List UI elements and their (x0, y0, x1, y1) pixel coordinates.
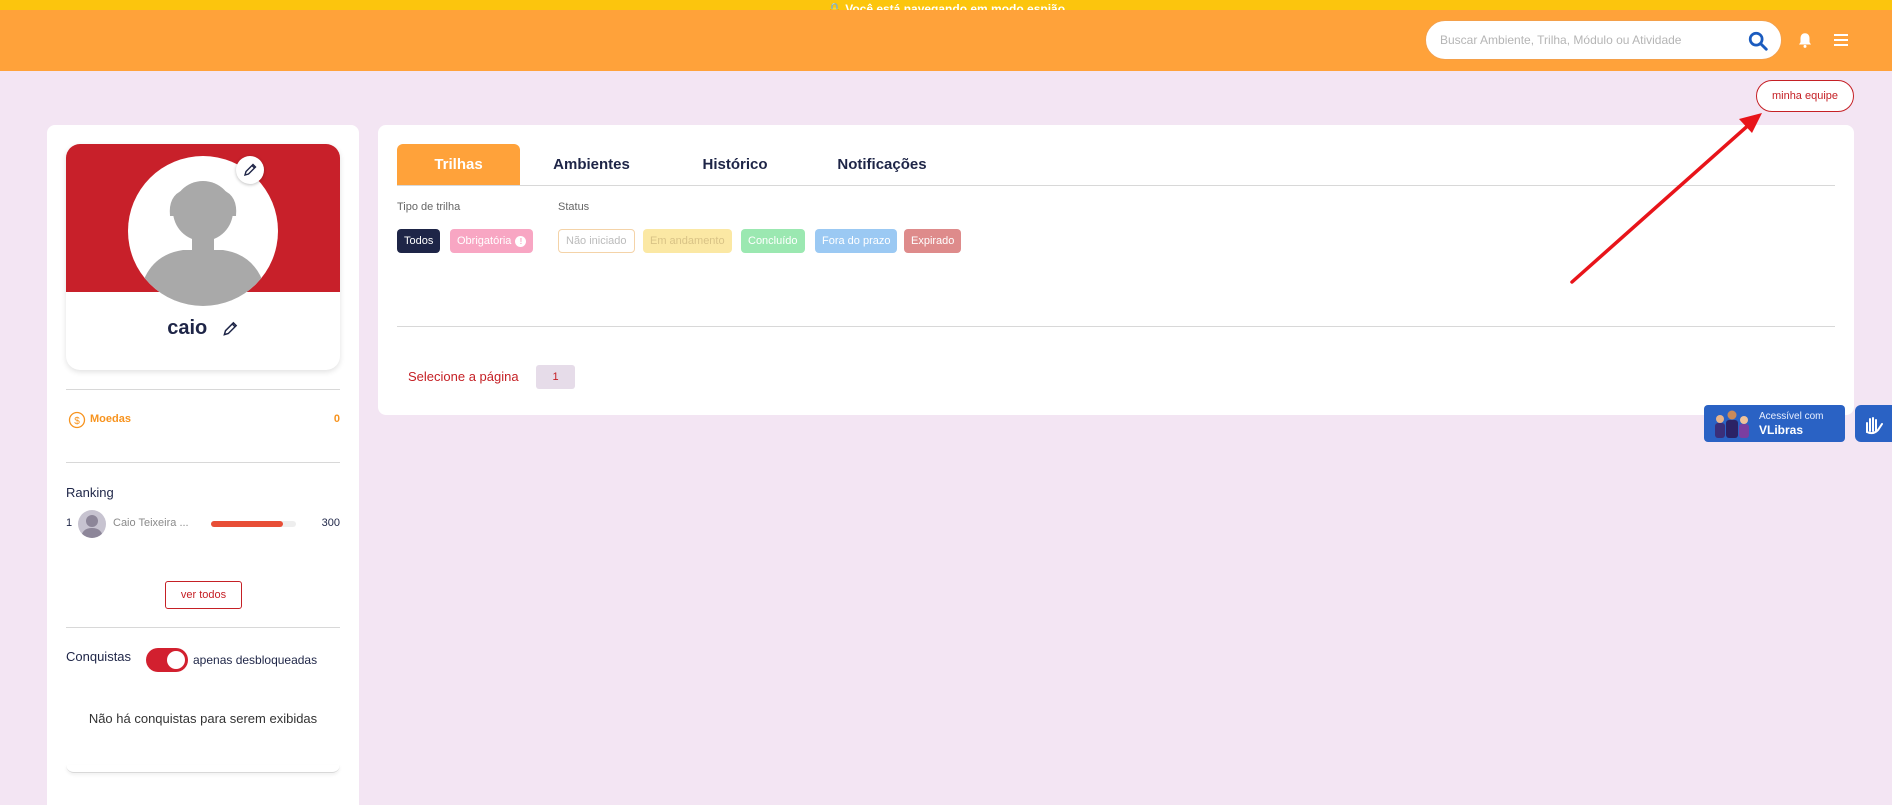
chip-overdue-label: Fora do prazo (822, 235, 891, 247)
divider (66, 389, 340, 390)
coins-label: Moedas (90, 413, 131, 425)
profile-card: caio (66, 144, 340, 370)
toggle-label: apenas desbloqueadas (193, 653, 318, 667)
pencil-icon (243, 163, 257, 177)
achievements-empty-message: Não há conquistas para serem exibidas (88, 711, 318, 726)
rank-progress-fill (211, 521, 284, 527)
tab-trilhas[interactable]: Trilhas (397, 144, 520, 185)
chip-not-started-label: Não iniciado (566, 235, 627, 247)
status-label: Status (558, 201, 590, 213)
top-header (0, 10, 1892, 71)
page-select-label: Selecione a página (408, 369, 519, 384)
chip-all-label: Todos (404, 235, 434, 247)
rank-position: 1 (66, 517, 73, 529)
vlibras-title: VLibras (1759, 423, 1804, 437)
trail-type-label: Tipo de trilha (397, 201, 461, 213)
chip-overdue[interactable]: Fora do prazo (815, 229, 898, 253)
chip-all[interactable]: Todos (397, 229, 441, 253)
vlibras-hands-button[interactable] (1855, 405, 1892, 442)
chip-in-progress[interactable]: Em andamento (643, 229, 732, 253)
coins-value: 0 (333, 413, 340, 425)
vlibras-badge[interactable]: Acessível com VLibras (1704, 405, 1845, 442)
rank-avatar (78, 510, 106, 538)
chip-mandatory-label: Obrigatória (457, 235, 512, 247)
vlibras-caption: Acessível com (1759, 411, 1824, 422)
chip-expired[interactable]: Expirado (904, 229, 962, 253)
bell-icon[interactable] (1796, 31, 1814, 49)
info-icon: ! (515, 235, 527, 247)
chip-completed[interactable]: Concluído (741, 229, 805, 253)
rank-points: 300 (321, 517, 340, 529)
main-content-panel: Trilhas Ambientes Histórico Notificações… (378, 125, 1854, 415)
chip-not-started[interactable]: Não iniciado (558, 229, 635, 253)
chip-mandatory[interactable]: Obrigatória! (450, 229, 534, 253)
coin-icon: $ (68, 411, 86, 429)
achievements-card-edge (66, 765, 340, 773)
svg-text:$: $ (74, 416, 80, 427)
toggle-knob (167, 651, 185, 669)
divider (66, 627, 340, 628)
chip-expired-label: Expirado (911, 235, 955, 247)
my-team-button[interactable]: minha equipe (1756, 80, 1854, 112)
sign-language-hands-icon (1865, 416, 1883, 434)
divider (397, 326, 1835, 327)
tab-notificacoes[interactable]: Notificações (807, 144, 957, 185)
edit-name-pencil-icon[interactable] (221, 320, 239, 338)
unlocked-only-toggle[interactable] (146, 648, 188, 672)
spy-mode-text: 🔒 Você está navegando em modo espião (826, 2, 1066, 10)
profile-name-row: caio (66, 317, 340, 340)
search-icon[interactable] (1747, 30, 1769, 52)
page-1-button[interactable]: 1 (536, 365, 575, 389)
vlibras-avatars-icon (1715, 410, 1749, 438)
profile-name: caio (167, 317, 208, 340)
see-all-button[interactable]: ver todos (165, 581, 242, 609)
rank-user-name: Caio Teixeira ... (113, 517, 189, 529)
rank-progress-bar (211, 521, 296, 527)
ranking-title: Ranking (66, 485, 114, 500)
chip-completed-label: Concluído (748, 235, 798, 247)
hamburger-menu-icon[interactable] (1832, 32, 1850, 48)
search-box[interactable] (1425, 20, 1782, 60)
coins-row: $ Moedas 0 (66, 410, 340, 430)
chip-in-progress-label: Em andamento (650, 235, 725, 247)
tab-historico[interactable]: Histórico (663, 144, 807, 185)
search-input[interactable] (1440, 30, 1740, 50)
tab-ambientes[interactable]: Ambientes (520, 144, 663, 185)
user-silhouette-icon (81, 515, 103, 538)
divider (66, 462, 340, 463)
ranking-row: 1 Caio Teixeira ... 300 (66, 509, 340, 539)
achievements-title: Conquistas (66, 649, 132, 664)
profile-sidebar: caio $ Moedas 0 Ranking 1 Caio Teixeira … (47, 125, 359, 805)
tab-bar: Trilhas Ambientes Histórico Notificações (397, 144, 1835, 186)
edit-avatar-button[interactable] (236, 156, 264, 184)
spy-mode-banner: 🔒 Você está navegando em modo espião (0, 0, 1892, 10)
